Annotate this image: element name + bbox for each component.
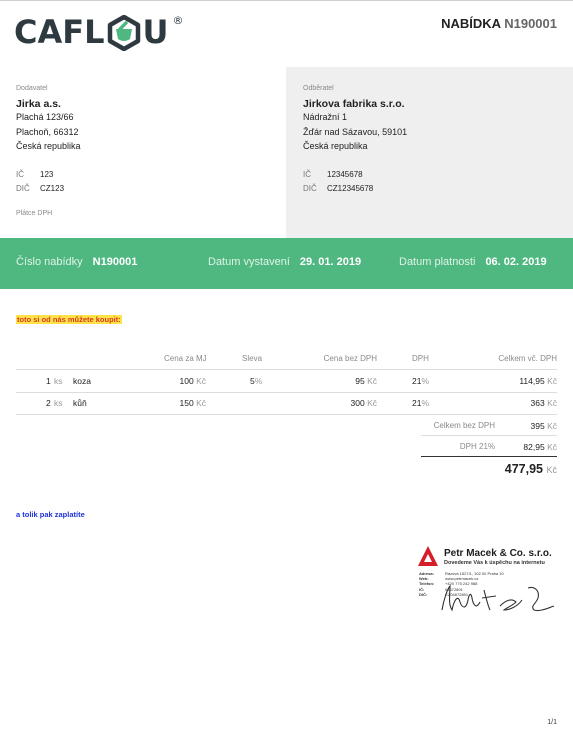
customer-label: Odběratel bbox=[303, 85, 334, 92]
summary-total-divider bbox=[421, 456, 557, 457]
customer-name: Jirkova fabrika s.r.o. bbox=[303, 98, 405, 110]
supplier-ids: IČ 123 DIČ CZ123 bbox=[16, 168, 81, 196]
customer-ic-label: IČ bbox=[303, 169, 311, 179]
grand-total: 477,95 Kč bbox=[504, 462, 557, 476]
valid-date: Datum platnosti 06. 02. 2019 bbox=[399, 256, 547, 268]
top-border bbox=[0, 0, 573, 1]
customer-country: Česká republika bbox=[303, 141, 368, 151]
header-vat: DPH bbox=[412, 354, 429, 363]
document-title: NABÍDKA bbox=[441, 16, 501, 31]
stamp-company: Petr Macek & Co. s.r.o. bbox=[444, 548, 552, 559]
offer-info-band: Číslo nabídky N190001 Datum vystavení 29. … bbox=[0, 238, 573, 289]
company-logo: CAFL U ® bbox=[14, 12, 183, 52]
valid-date-label: Datum platnosti bbox=[399, 256, 476, 268]
signature bbox=[441, 584, 555, 612]
stamp-triangle-icon bbox=[418, 546, 438, 566]
row-vat: 21% bbox=[412, 398, 430, 408]
summary-divider bbox=[421, 435, 557, 436]
offer-number: Číslo nabídky N190001 bbox=[16, 256, 137, 268]
supplier-panel: Dodavatel Jirka a.s. Plachá 123/66 Plach… bbox=[0, 67, 286, 238]
row-item: kůň bbox=[73, 398, 87, 408]
supplier-country: Česká republika bbox=[16, 141, 81, 151]
document-heading: NABÍDKA N190001 bbox=[441, 16, 557, 31]
header-net: Cena bez DPH bbox=[323, 354, 377, 363]
row-net: 95 Kč bbox=[355, 376, 377, 386]
supplier-street: Plachá 123/66 bbox=[16, 112, 74, 122]
row-unit: ks bbox=[54, 376, 63, 386]
registered-mark: ® bbox=[172, 13, 184, 27]
page-number: 1/1 bbox=[547, 719, 557, 726]
supplier-ic-label: IČ bbox=[16, 169, 24, 179]
issue-date-value: 29. 01. 2019 bbox=[299, 256, 362, 268]
payment-note: a tolik pak zaplatíte bbox=[16, 510, 85, 519]
logo-text-right: U bbox=[142, 13, 169, 51]
customer-city: Žďár nad Sázavou, 59101 bbox=[303, 126, 408, 137]
supplier-dic-label: DIČ bbox=[16, 183, 30, 193]
table-row: 2 ks kůň 150 Kč 300 Kč 21% 363 Kč bbox=[16, 392, 557, 415]
issue-date: Datum vystavení 29. 01. 2019 bbox=[208, 256, 361, 268]
customer-dic-label: DIČ bbox=[303, 183, 317, 193]
row-total: 363 Kč bbox=[530, 398, 557, 408]
customer-panel: Odběratel Jirkova fabrika s.r.o. Nádražn… bbox=[286, 67, 573, 238]
offer-number-label: Číslo nabídky bbox=[16, 256, 83, 268]
summary-net-value: 395 Kč bbox=[530, 421, 557, 431]
supplier-vat-status: Plátce DPH bbox=[16, 209, 53, 217]
summary-net-label: Celkem bez DPH bbox=[433, 421, 495, 430]
row-unit-price: 150 Kč bbox=[179, 398, 206, 408]
supplier-name: Jirka a.s. bbox=[16, 98, 61, 110]
supplier-ic: 123 bbox=[40, 169, 54, 179]
header-total: Celkem vč. DPH bbox=[498, 354, 557, 363]
valid-date-value: 06. 02. 2019 bbox=[485, 256, 547, 268]
row-total: 114,95 Kč bbox=[519, 376, 557, 386]
supplier-city: Plachoň, 66312 bbox=[16, 126, 79, 137]
supplier-label: Dodavatel bbox=[16, 85, 48, 92]
row-item: koza bbox=[73, 376, 91, 386]
header-discount: Sleva bbox=[242, 354, 263, 363]
row-vat: 21% bbox=[412, 376, 430, 386]
issue-date-label: Datum vystavení bbox=[208, 256, 290, 268]
row-unit-price: 100 Kč bbox=[179, 376, 206, 386]
row-qty: 2 bbox=[46, 398, 51, 408]
supplier-dic: CZ123 bbox=[40, 183, 65, 193]
stamp-slogan: Dovedeme Vás k úspěchu na internetu bbox=[444, 560, 545, 566]
row-discount: 5% bbox=[250, 376, 263, 386]
customer-ic: 12345678 bbox=[327, 169, 363, 179]
row-unit: ks bbox=[54, 398, 63, 408]
intro-note: toto si od nás můžete koupit: bbox=[16, 315, 122, 324]
logo-text-left: CAFL bbox=[14, 13, 105, 51]
table-row: 1 ks koza 100 Kč 5% 95 Kč 21% 114,95 Kč bbox=[16, 370, 557, 393]
hexagon-cup-icon bbox=[107, 15, 140, 51]
summary-vat-value: 82,95 Kč bbox=[523, 442, 557, 452]
row-net: 300 Kč bbox=[350, 398, 377, 408]
customer-dic: CZ12345678 bbox=[327, 183, 374, 193]
customer-ids: IČ 12345678 DIČ CZ12345678 bbox=[303, 168, 407, 196]
customer-street: Nádražní 1 bbox=[303, 112, 348, 122]
summary-vat-label: DPH 21% bbox=[459, 442, 495, 451]
offer-number-value: N190001 bbox=[92, 256, 138, 268]
row-qty: 1 bbox=[46, 376, 51, 386]
document-number: N190001 bbox=[504, 16, 557, 31]
header-unit-price: Cena za MJ bbox=[164, 354, 207, 363]
